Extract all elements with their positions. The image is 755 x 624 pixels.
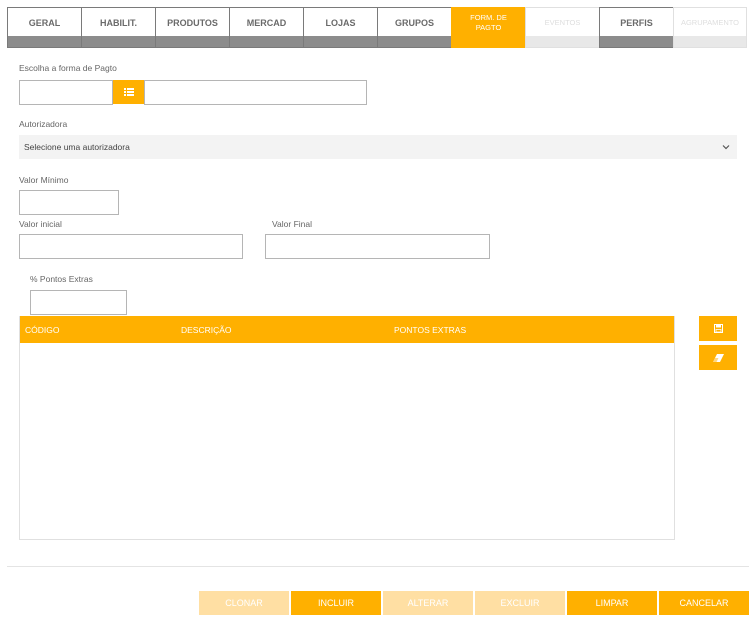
payment-list-button[interactable] xyxy=(113,80,144,104)
tab-bar: GERAL HABILIT. PRODUTOS MERCAD LOJAS GRU… xyxy=(7,7,747,48)
include-button[interactable]: INCLUIR xyxy=(291,591,381,615)
save-row-button[interactable] xyxy=(699,316,737,341)
min-value-label: Valor Mínimo xyxy=(19,175,69,185)
min-value-input[interactable] xyxy=(19,190,119,215)
separator xyxy=(7,566,749,567)
tab-label: PRODUTOS xyxy=(167,17,218,28)
tab-grupos[interactable]: GRUPOS xyxy=(377,7,451,48)
tab-forma-pagto[interactable]: FORM. DE PAGTO xyxy=(451,7,525,48)
payment-code-input[interactable] xyxy=(19,80,113,105)
table-header: CÓDIGO DESCRIÇÃO PONTOS EXTRAS xyxy=(20,316,674,343)
tab-label: FORM. DE PAGTO xyxy=(470,12,507,32)
clear-button[interactable]: LIMPAR xyxy=(567,591,657,615)
tab-geral[interactable]: GERAL xyxy=(7,7,81,48)
payment-description-input[interactable] xyxy=(144,80,367,105)
column-header-pontos-extras[interactable]: PONTOS EXTRAS xyxy=(394,325,466,335)
final-value-label: Valor Final xyxy=(272,219,312,229)
authorizer-selected-value: Selecione uma autorizadora xyxy=(24,142,130,152)
column-header-codigo[interactable]: CÓDIGO xyxy=(25,325,59,335)
alter-button[interactable]: ALTERAR xyxy=(383,591,473,615)
tab-eventos: EVENTOS xyxy=(525,7,599,48)
clone-button[interactable]: CLONAR xyxy=(199,591,289,615)
clear-row-button[interactable] xyxy=(699,345,737,370)
final-value-input[interactable] xyxy=(265,234,490,259)
cancel-button[interactable]: CANCELAR xyxy=(659,591,749,615)
list-icon xyxy=(123,88,134,96)
payment-method-label: Escolha a forma de Pagto xyxy=(19,63,117,73)
tab-label: GRUPOS xyxy=(394,17,434,28)
save-icon xyxy=(713,324,723,333)
tab-habilit[interactable]: HABILIT. xyxy=(81,7,155,48)
tab-label: EVENTOS xyxy=(544,17,581,27)
tab-produtos[interactable]: PRODUTOS xyxy=(155,7,229,48)
tab-perfis[interactable]: PERFIS xyxy=(599,7,673,48)
extra-points-label: % Pontos Extras xyxy=(30,274,93,284)
initial-value-input[interactable] xyxy=(19,234,243,259)
extra-points-input[interactable] xyxy=(30,290,127,315)
tab-label: AGRUPAMENTO xyxy=(680,17,740,27)
tab-label: PERFIS xyxy=(620,17,653,28)
initial-value-label: Valor inicial xyxy=(19,219,62,229)
tab-label: HABILIT. xyxy=(100,17,137,28)
authorizer-select[interactable]: Selecione uma autorizadora xyxy=(19,135,737,159)
tab-lojas[interactable]: LOJAS xyxy=(303,7,377,48)
tab-label: MERCAD xyxy=(246,17,287,28)
column-header-descricao[interactable]: DESCRIÇÃO xyxy=(181,325,232,335)
tab-label: LOJAS xyxy=(325,17,356,28)
eraser-icon xyxy=(712,353,724,362)
authorizer-label: Autorizadora xyxy=(19,119,68,129)
tab-agrupamento: AGRUPAMENTO xyxy=(673,7,747,48)
tab-label: GERAL xyxy=(28,17,61,28)
tab-mercad[interactable]: MERCAD xyxy=(229,7,303,48)
extra-points-table: CÓDIGO DESCRIÇÃO PONTOS EXTRAS xyxy=(19,316,675,540)
delete-button[interactable]: EXCLUIR xyxy=(475,591,565,615)
chevron-down-icon xyxy=(722,145,730,150)
